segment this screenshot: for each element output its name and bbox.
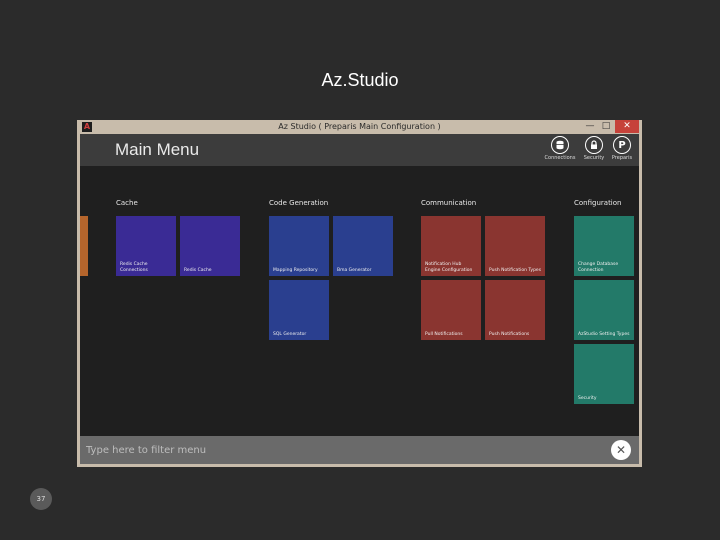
close-icon: ✕ (615, 443, 627, 457)
tile-mapping-repository[interactable]: Mapping Repository (269, 216, 329, 276)
tile-pull-notifications[interactable]: Pull Notifications (421, 280, 481, 340)
tile-label: Mapping Repository (273, 267, 318, 273)
window-title: Az Studio ( Preparis Main Configuration … (278, 122, 441, 131)
section-title-configuration: Configuration (574, 199, 622, 207)
slide-title: Az.Studio (321, 70, 399, 90)
tile-label: Change Database Connection (578, 262, 619, 273)
tile-label: AzStudio Setting Types (578, 331, 630, 337)
filter-menu-input[interactable] (84, 440, 603, 460)
close-window-button[interactable]: ✕ (615, 120, 639, 133)
tile-push-notifications[interactable]: Push Notifications (485, 280, 545, 340)
app-window: A Az Studio ( Preparis Main Configuratio… (77, 120, 642, 467)
tile-azstudio-setting-types[interactable]: AzStudio Setting Types (574, 280, 634, 340)
section-title-communication: Communication (421, 199, 477, 207)
tile-redis-cache-connections[interactable]: Redis Cache Connections (116, 216, 176, 276)
minimize-button[interactable]: — (582, 120, 598, 133)
tile-label: Pull Notifications (425, 331, 463, 337)
menu-header: Main Menu Connections Security P Prepari… (80, 134, 639, 166)
tile-label: Redis Cache Connections (120, 262, 148, 273)
security-lock-icon (585, 136, 603, 154)
tile-label: Bma Generator (337, 267, 372, 273)
page-title: Main Menu (115, 140, 200, 159)
slide-number: 37 (30, 488, 52, 510)
title-bar[interactable]: A Az Studio ( Preparis Main Configuratio… (77, 120, 642, 134)
tile-security[interactable]: Security (574, 344, 634, 404)
preparis-label: Preparis (611, 155, 633, 161)
app-client-area: Main Menu Connections Security P Prepari… (80, 134, 639, 464)
tile-sql-generator[interactable]: SQL Generator (269, 280, 329, 340)
tile-change-database-connection[interactable]: Change Database Connection (574, 216, 634, 276)
filter-bar: ✕ (80, 436, 639, 464)
connections-icon (551, 136, 569, 154)
tile-label: Push Notification Types (489, 267, 542, 273)
maximize-button[interactable]: □ (598, 120, 614, 133)
tile-redis-cache[interactable]: Redis Cache (180, 216, 240, 276)
scroll-indicator-strip[interactable] (80, 216, 88, 276)
preparis-p-icon: P (613, 136, 631, 154)
tile-notification-hub-engine-configuration[interactable]: Notification Hub Engine Configuration (421, 216, 481, 276)
section-title-code-generation: Code Generation (269, 199, 329, 207)
tile-label: SQL Generator (273, 331, 307, 337)
preparis-button[interactable]: P Preparis (602, 136, 642, 161)
tile-label: Security (578, 395, 597, 401)
tile-label: Redis Cache (184, 267, 212, 273)
section-title-cache: Cache (116, 199, 138, 207)
tile-label: Notification Hub Engine Configuration (425, 262, 473, 273)
clear-filter-button[interactable]: ✕ (611, 440, 631, 460)
tile-push-notification-types[interactable]: Push Notification Types (485, 216, 545, 276)
tile-label: Push Notifications (489, 331, 530, 337)
tile-bma-generator[interactable]: Bma Generator (333, 216, 393, 276)
